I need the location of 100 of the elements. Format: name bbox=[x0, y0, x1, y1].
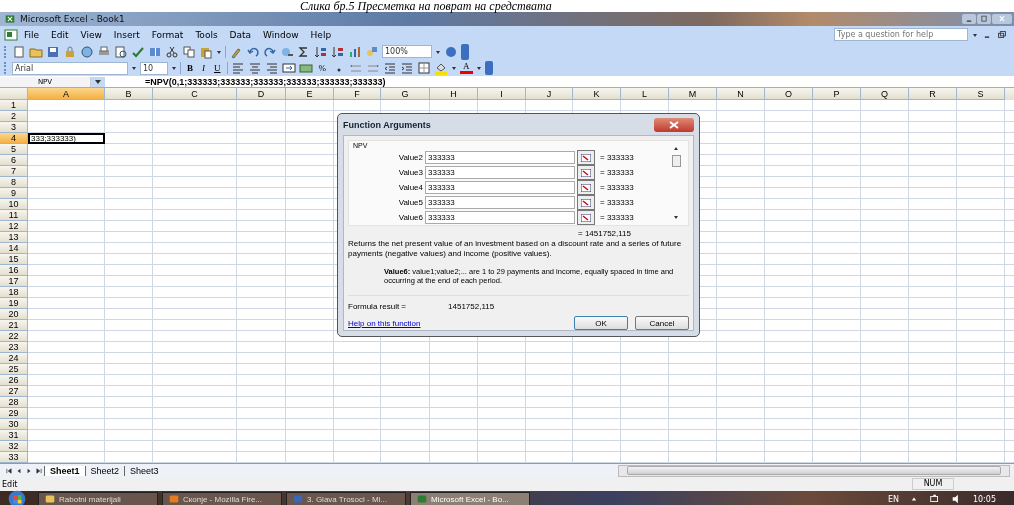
sheet-tab[interactable]: Sheet2 bbox=[84, 465, 125, 476]
align-center-icon[interactable] bbox=[247, 61, 262, 75]
network-icon[interactable] bbox=[928, 492, 941, 505]
column-header[interactable]: M bbox=[669, 88, 717, 100]
collapse-dialog-button[interactable] bbox=[577, 195, 595, 210]
collapse-dialog-button[interactable] bbox=[577, 165, 595, 180]
argument-field[interactable]: 333333 bbox=[425, 211, 575, 224]
row-header[interactable]: 8 bbox=[0, 177, 28, 188]
row-header[interactable]: 3 bbox=[0, 122, 28, 133]
row-header[interactable]: 14 bbox=[0, 243, 28, 254]
font-size-field[interactable]: 10 bbox=[140, 61, 168, 75]
sort-ascending-icon[interactable] bbox=[314, 44, 328, 59]
menu-item[interactable]: View bbox=[74, 29, 108, 40]
copy-icon[interactable] bbox=[182, 44, 196, 59]
column-header[interactable]: P bbox=[813, 88, 861, 100]
firefox-icon[interactable] bbox=[169, 494, 179, 504]
menu-item[interactable]: Edit bbox=[45, 29, 75, 40]
column-header[interactable]: H bbox=[430, 88, 478, 100]
bold-button[interactable]: B bbox=[184, 63, 196, 73]
menu-item[interactable]: Insert bbox=[107, 29, 146, 40]
italic-button[interactable]: I bbox=[199, 63, 208, 73]
column-header[interactable]: J bbox=[526, 88, 573, 100]
row-header[interactable]: 32 bbox=[0, 441, 28, 452]
cancel-button[interactable]: Cancel bbox=[635, 316, 689, 330]
row-header[interactable]: 25 bbox=[0, 364, 28, 375]
close-button[interactable] bbox=[654, 117, 694, 132]
column-header[interactable]: K bbox=[573, 88, 621, 100]
menu-item[interactable]: Tools bbox=[189, 29, 224, 40]
column-header[interactable]: D bbox=[237, 88, 286, 100]
row-header[interactable]: 27 bbox=[0, 386, 28, 397]
merge-cells-icon[interactable] bbox=[281, 61, 296, 75]
sheet-tab[interactable]: Sheet3 bbox=[124, 465, 164, 476]
row-header[interactable]: 31 bbox=[0, 430, 28, 441]
row-header[interactable]: 16 bbox=[0, 265, 28, 276]
row-header[interactable]: 19 bbox=[0, 298, 28, 309]
excel-icon[interactable] bbox=[4, 14, 16, 24]
save-icon[interactable] bbox=[46, 44, 60, 59]
row-header[interactable]: 22 bbox=[0, 331, 28, 342]
row-header[interactable]: 13 bbox=[0, 232, 28, 243]
row-header[interactable]: 6 bbox=[0, 155, 28, 166]
toolbar-options-button[interactable] bbox=[484, 61, 493, 75]
menu-item[interactable]: File bbox=[18, 29, 46, 40]
row-header[interactable]: 28 bbox=[0, 397, 28, 408]
row-header[interactable]: 20 bbox=[0, 309, 28, 320]
column-header[interactable]: I bbox=[478, 88, 526, 100]
help-search-field[interactable]: Type a question for help bbox=[834, 28, 968, 41]
row-header[interactable]: 18 bbox=[0, 287, 28, 298]
last-sheet-icon[interactable] bbox=[34, 465, 44, 476]
column-header[interactable]: G bbox=[381, 88, 430, 100]
first-sheet-icon[interactable] bbox=[4, 465, 14, 476]
column-header[interactable]: L bbox=[621, 88, 669, 100]
table-cell[interactable]: 333;333333) bbox=[28, 133, 105, 144]
menu-item[interactable]: Data bbox=[223, 29, 258, 40]
column-header[interactable]: R bbox=[909, 88, 957, 100]
align-right-icon[interactable] bbox=[264, 61, 279, 75]
column-header[interactable]: F bbox=[334, 88, 381, 100]
argument-field[interactable]: 333333 bbox=[425, 151, 575, 164]
clock[interactable]: 10:05 bbox=[972, 494, 996, 504]
row-header[interactable]: 23 bbox=[0, 342, 28, 353]
row-header[interactable]: 15 bbox=[0, 254, 28, 265]
argument-field[interactable]: 333333 bbox=[425, 181, 575, 194]
menu-item[interactable]: Format bbox=[145, 29, 190, 40]
row-header[interactable]: 12 bbox=[0, 221, 28, 232]
underline-button[interactable]: U bbox=[211, 63, 224, 73]
borders-icon[interactable] bbox=[417, 61, 431, 75]
menu-item[interactable]: Help bbox=[304, 29, 338, 40]
argument-field[interactable]: 333333 bbox=[425, 166, 575, 179]
row-header[interactable]: 29 bbox=[0, 408, 28, 419]
collapse-dialog-button[interactable] bbox=[577, 210, 595, 225]
argument-field[interactable]: 333333 bbox=[425, 196, 575, 209]
row-header[interactable]: 11 bbox=[0, 210, 28, 221]
row-header[interactable]: 17 bbox=[0, 276, 28, 287]
excel-icon[interactable] bbox=[4, 27, 18, 42]
font-color-button[interactable]: A bbox=[460, 62, 473, 74]
minimize-icon[interactable] bbox=[962, 14, 976, 24]
column-header[interactable]: N bbox=[717, 88, 765, 100]
help-icon[interactable] bbox=[444, 44, 458, 59]
new-document-icon[interactable] bbox=[12, 44, 26, 59]
horizontal-scrollbar[interactable] bbox=[618, 464, 1010, 477]
collapse-dialog-button[interactable] bbox=[577, 150, 595, 165]
bar-chart-icon[interactable] bbox=[348, 44, 362, 59]
scroll-thumb[interactable] bbox=[627, 466, 1001, 475]
column-header[interactable]: Q bbox=[861, 88, 909, 100]
ok-button[interactable]: OK bbox=[574, 316, 628, 330]
taskbar-button[interactable]: Скопје - Mozilla Fire... bbox=[162, 491, 282, 505]
shapes-icon[interactable] bbox=[365, 44, 379, 59]
zoom-field[interactable]: 100% bbox=[382, 45, 432, 58]
indent-icon[interactable] bbox=[400, 61, 414, 75]
menu-item[interactable]: Window bbox=[257, 29, 305, 40]
cut-icon[interactable] bbox=[165, 44, 179, 59]
scroll-up-icon[interactable] bbox=[672, 145, 680, 151]
scroll-down-icon[interactable] bbox=[672, 215, 680, 221]
row-header[interactable]: 26 bbox=[0, 375, 28, 386]
row-header[interactable]: 7 bbox=[0, 166, 28, 177]
row-header[interactable]: 2 bbox=[0, 111, 28, 122]
align-left-icon[interactable] bbox=[230, 61, 245, 75]
column-header[interactable]: E bbox=[286, 88, 334, 100]
row-header[interactable]: 24 bbox=[0, 353, 28, 364]
outdent-icon[interactable] bbox=[383, 61, 397, 75]
font-field[interactable]: Arial bbox=[12, 61, 128, 75]
